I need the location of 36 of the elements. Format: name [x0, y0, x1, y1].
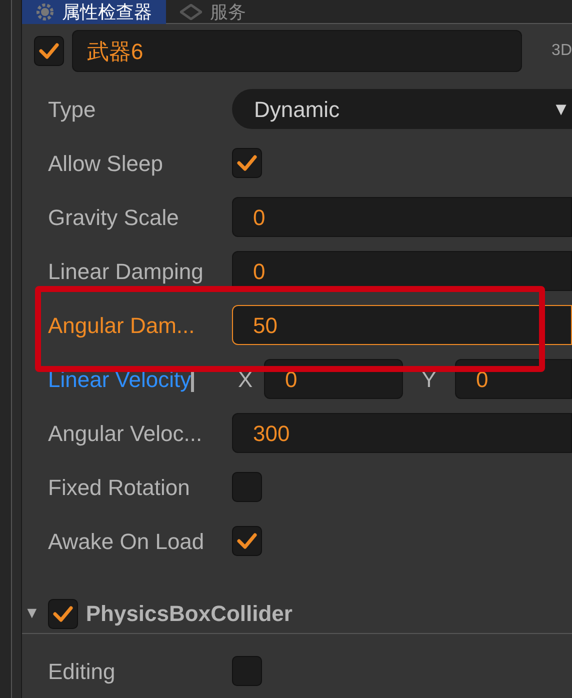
check-icon [237, 533, 257, 550]
dropdown-value: Dynamic [254, 96, 340, 124]
check-icon [237, 155, 257, 172]
property-label: Allow Sleep [48, 150, 163, 178]
diamond-icon [180, 4, 202, 20]
checkbox[interactable] [34, 36, 64, 66]
property-label: Type [48, 96, 96, 124]
type-dropdown[interactable]: Dynamic ▼ [232, 89, 572, 130]
checkbox[interactable] [232, 656, 262, 686]
node-name-field[interactable]: 武器6 [72, 30, 522, 72]
expand-toggle[interactable]: ▼ [24, 602, 40, 626]
number-field[interactable]: 300 [232, 413, 572, 454]
checkbox[interactable] [232, 472, 262, 502]
property-label: Fixed Rotation [48, 474, 190, 502]
check-icon [52, 606, 73, 622]
checkbox[interactable] [48, 598, 78, 629]
checkbox[interactable] [232, 526, 262, 556]
property-label: Editing [48, 658, 116, 686]
property-label: Gravity Scale [48, 204, 179, 232]
property-label: Linear Damping [48, 258, 204, 286]
property-label: Angular Veloc... [48, 420, 202, 448]
checkbox[interactable] [232, 148, 262, 178]
panel-tab[interactable]: 属性检查器 [22, 0, 166, 24]
component-title: PhysicsBoxCollider [86, 600, 292, 628]
dropdown-arrow: ▼ [552, 98, 570, 121]
panel-tab[interactable]: 服务 [166, 0, 260, 24]
property-label: Awake On Load [48, 528, 204, 556]
property-label: Linear Velocity [48, 366, 192, 394]
axis-label: X [237, 366, 254, 394]
gear-icon [36, 3, 54, 21]
axis-label: Y [420, 366, 438, 394]
number-field[interactable]: 50 [232, 305, 572, 346]
mode-label: 3D [552, 41, 572, 62]
check-icon [39, 43, 59, 60]
property-label: Angular Dam... [48, 312, 195, 340]
number-field[interactable]: 0 [232, 197, 572, 238]
